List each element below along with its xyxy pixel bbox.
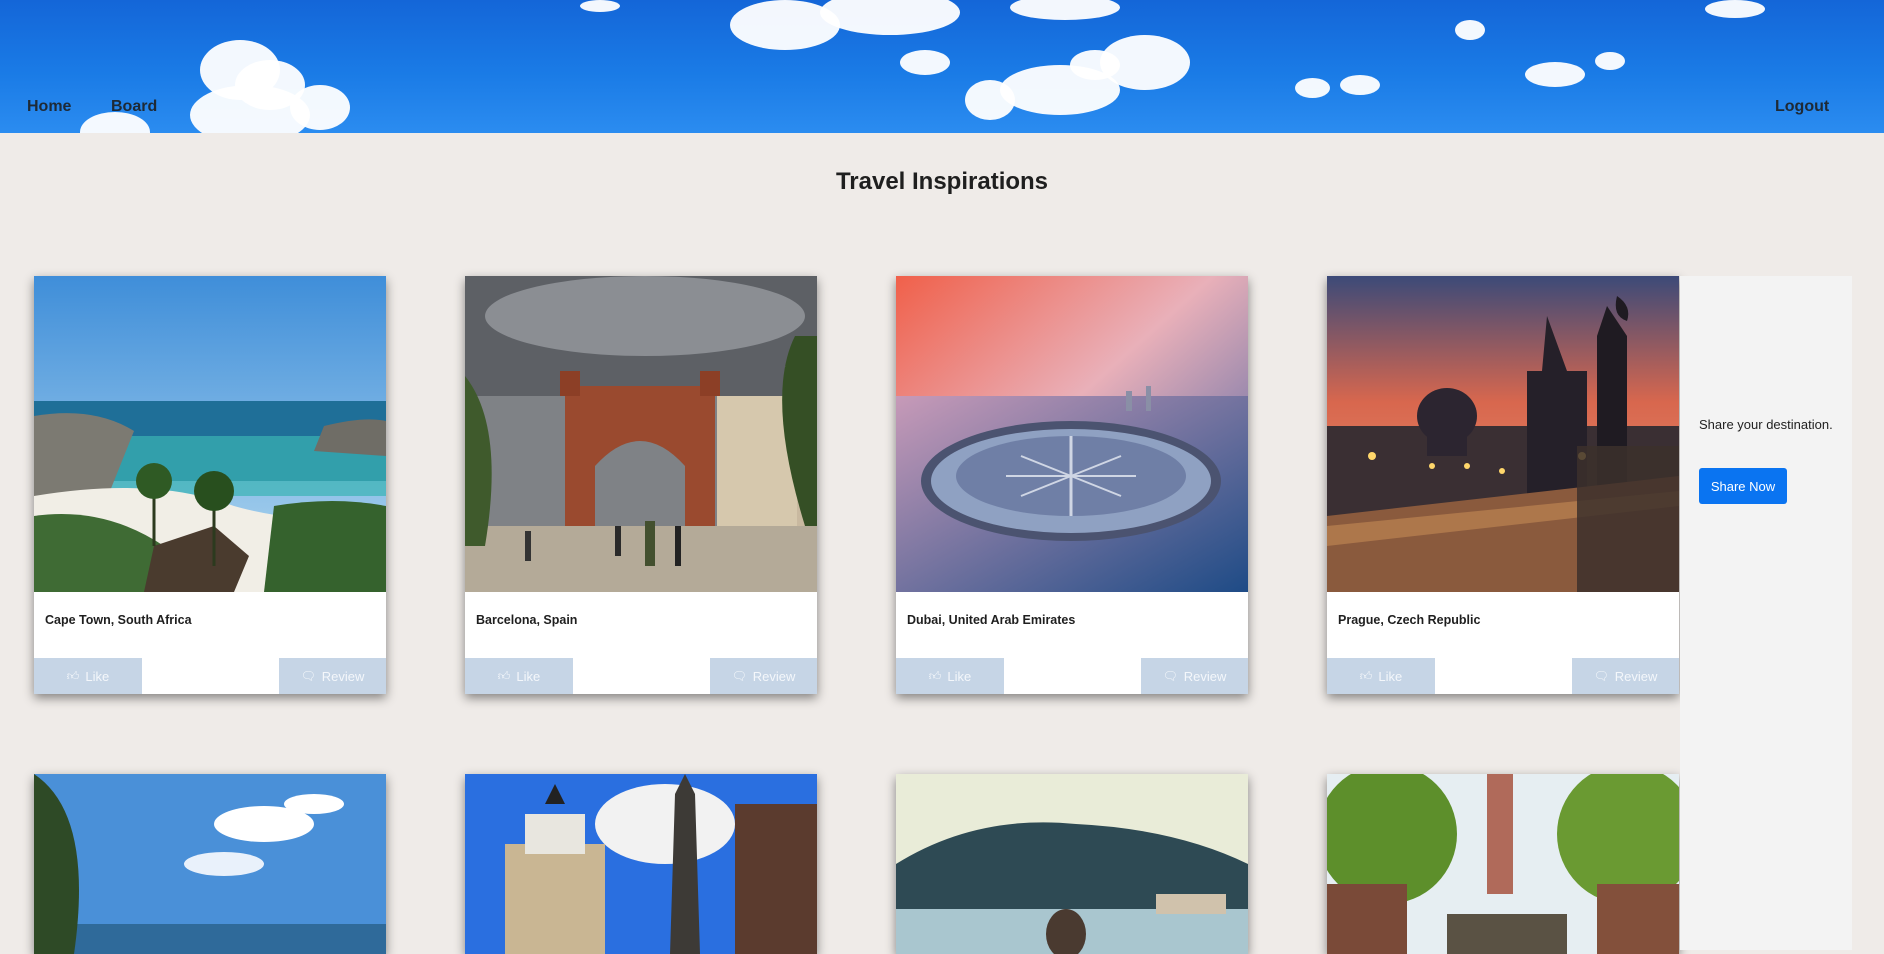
barcelona-photo	[465, 276, 817, 592]
destination-photo	[465, 774, 817, 954]
destination-caption: Dubai, United Arab Emirates	[907, 613, 1076, 627]
review-label: Review	[1614, 668, 1658, 684]
destination-photo	[896, 774, 1248, 954]
like-button[interactable]: 👍︎ Like	[1327, 658, 1435, 694]
cloud-decoration	[1595, 52, 1625, 70]
coastal-town-photo	[896, 774, 1248, 954]
dubai-photo	[896, 276, 1248, 592]
like-button[interactable]: 👍︎ Like	[465, 658, 573, 694]
nav-logout-link[interactable]: Logout	[1775, 98, 1829, 116]
destination-card: Barcelona, Spain 👍︎ Like 🗨︎ Review	[465, 276, 817, 694]
destination-card: Prague, Czech Republic 👍︎ Like 🗨︎ Review	[1327, 276, 1679, 694]
like-label: Like	[85, 668, 110, 684]
destination-caption: Cape Town, South Africa	[45, 613, 192, 627]
review-button[interactable]: 🗨︎ Review	[710, 658, 817, 694]
destination-card: Cape Town, South Africa 👍︎ Like 🗨︎ Revie…	[34, 276, 386, 694]
thumbs-up-icon: 👍︎	[1359, 668, 1373, 683]
destination-photo	[1327, 774, 1679, 954]
cloud-decoration	[900, 50, 950, 75]
destination-photo	[1327, 276, 1679, 592]
beach-photo	[34, 774, 386, 954]
thumbs-up-icon: 👍︎	[928, 668, 942, 683]
destination-card	[465, 774, 817, 954]
destination-photo	[34, 774, 386, 954]
review-button[interactable]: 🗨︎ Review	[1572, 658, 1679, 694]
destination-caption: Barcelona, Spain	[476, 613, 578, 627]
cloud-decoration	[1455, 20, 1485, 40]
amsterdam-photo	[1327, 774, 1679, 954]
cape-town-photo	[34, 276, 386, 592]
review-label: Review	[752, 668, 796, 684]
comment-icon: 🗨︎	[1162, 669, 1178, 683]
thumbs-up-icon: 👍︎	[497, 668, 511, 683]
cloud-decoration	[1705, 0, 1765, 18]
like-button[interactable]: 👍︎ Like	[34, 658, 142, 694]
share-panel: Share your destination. Share Now	[1680, 276, 1852, 950]
destination-photo	[896, 276, 1248, 592]
review-label: Review	[321, 668, 365, 684]
review-label: Review	[1183, 668, 1227, 684]
review-button[interactable]: 🗨︎ Review	[1141, 658, 1248, 694]
thumbs-up-icon: 👍︎	[66, 668, 80, 683]
header-banner: Home Board Logout	[0, 0, 1884, 133]
nav-board-link[interactable]: Board	[111, 98, 157, 116]
destination-card: Dubai, United Arab Emirates 👍︎ Like 🗨︎ R…	[896, 276, 1248, 694]
comment-icon: 🗨︎	[1593, 669, 1609, 683]
destination-photo	[465, 276, 817, 592]
cloud-decoration	[1340, 75, 1380, 95]
like-label: Like	[1378, 668, 1403, 684]
nav-home-link[interactable]: Home	[27, 98, 71, 116]
cloud-decoration	[820, 0, 960, 35]
cloud-decoration	[1010, 0, 1120, 20]
cloud-decoration	[1070, 50, 1120, 80]
prague-photo	[1327, 276, 1679, 592]
share-now-button[interactable]: Share Now	[1699, 468, 1787, 504]
destination-card	[896, 774, 1248, 954]
share-prompt: Share your destination.	[1699, 417, 1833, 432]
cloud-decoration	[290, 85, 350, 130]
cloud-decoration	[580, 0, 620, 12]
destination-photo	[34, 276, 386, 592]
cloud-decoration	[1295, 78, 1330, 98]
destination-caption: Prague, Czech Republic	[1338, 613, 1481, 627]
destination-card	[1327, 774, 1679, 954]
comment-icon: 🗨︎	[300, 669, 316, 683]
edinburgh-photo	[465, 774, 817, 954]
like-label: Like	[947, 668, 972, 684]
page-title: Travel Inspirations	[835, 168, 1049, 195]
like-button[interactable]: 👍︎ Like	[896, 658, 1004, 694]
review-button[interactable]: 🗨︎ Review	[279, 658, 386, 694]
comment-icon: 🗨︎	[731, 669, 747, 683]
destination-card	[34, 774, 386, 954]
cloud-decoration	[1525, 62, 1585, 87]
cloud-decoration	[965, 80, 1015, 120]
like-label: Like	[516, 668, 541, 684]
